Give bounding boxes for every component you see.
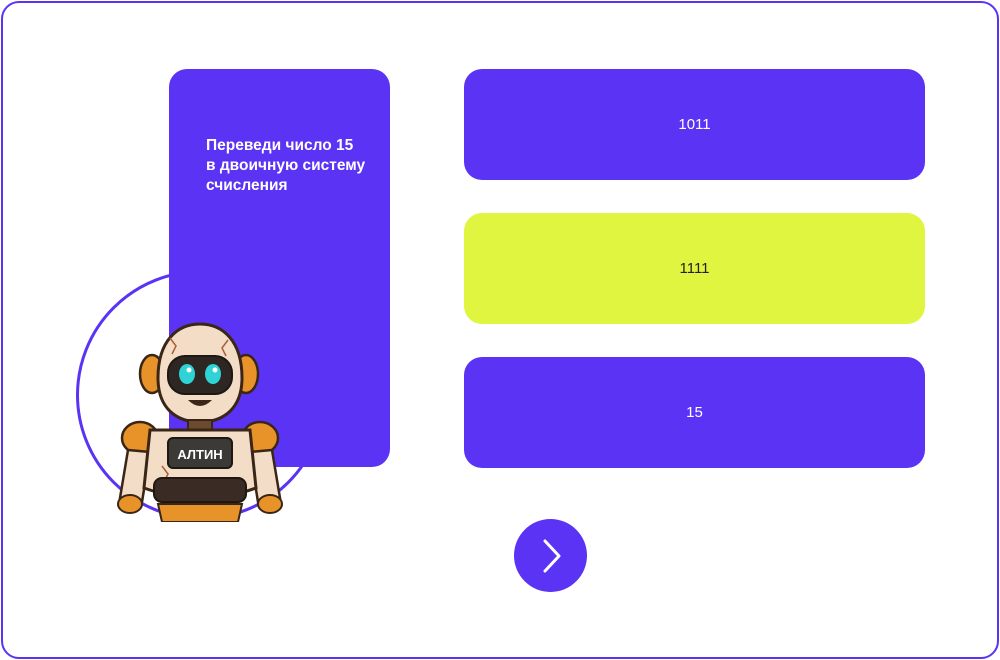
answer-option-3-label: 15	[686, 404, 703, 421]
answer-option-2-label: 1111	[679, 260, 710, 277]
robot-mascot: АЛТИН	[117, 322, 283, 522]
next-button[interactable]	[514, 519, 587, 592]
answer-option-1-label: 1011	[678, 116, 711, 133]
answer-option-1[interactable]: 1011	[464, 69, 925, 180]
answer-option-2-selected[interactable]: 1111	[464, 213, 925, 324]
chevron-right-icon	[543, 539, 560, 572]
question-text: Переведи число 15 в двоичную систему счи…	[206, 137, 366, 194]
robot-badge-text: АЛТИН	[177, 447, 222, 462]
answer-option-3[interactable]: 15	[464, 357, 925, 468]
